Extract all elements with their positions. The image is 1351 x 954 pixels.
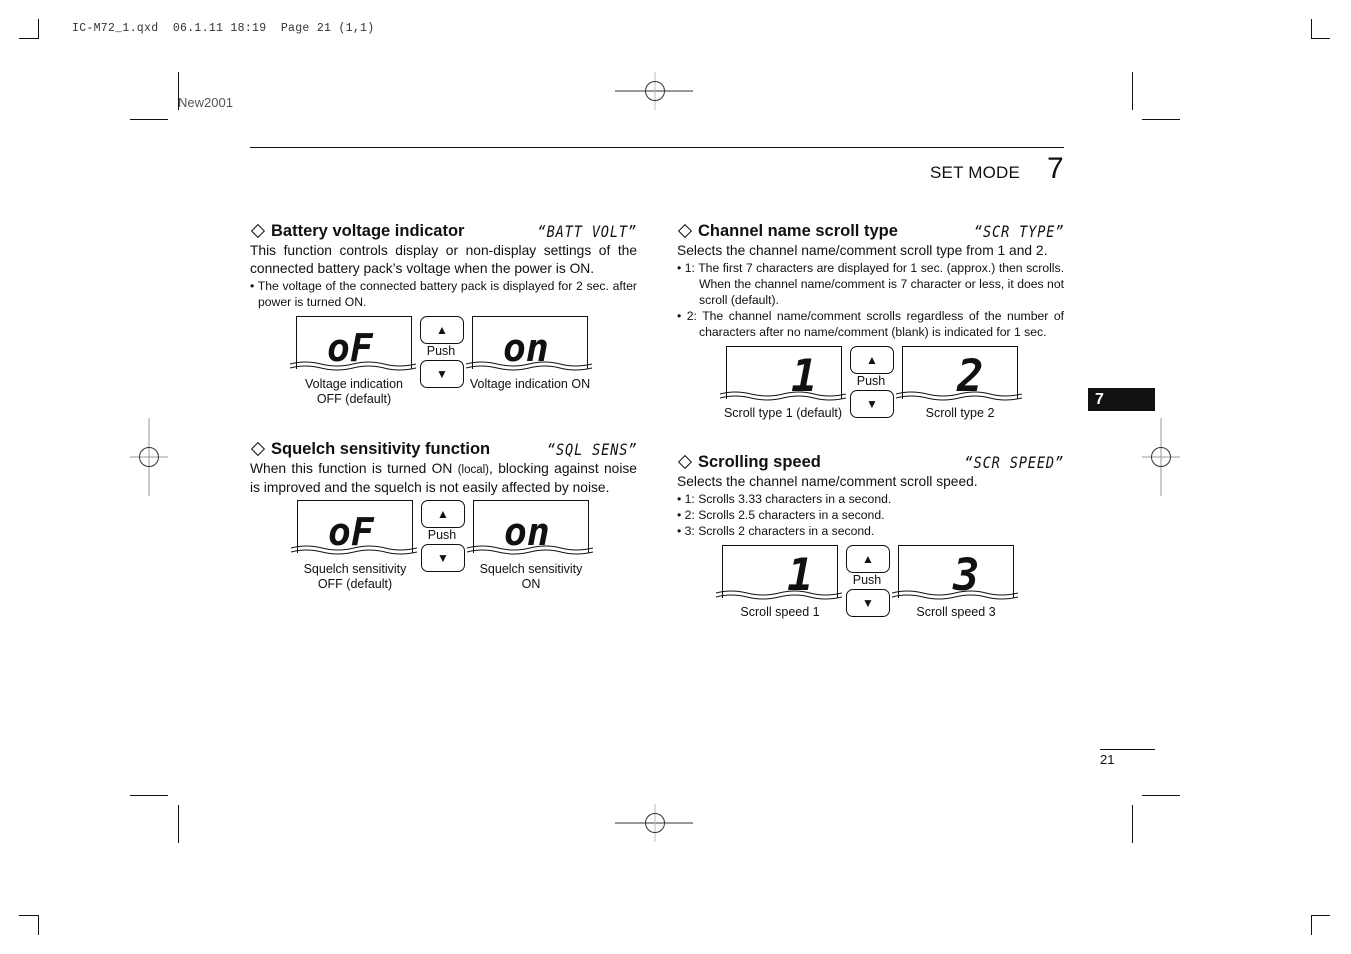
section-title: Squelch sensitivity function <box>250 440 490 458</box>
registration-mark-icon <box>1142 418 1180 496</box>
squelch-sensitivity-diagram: oF ▲ Push ▼ on Squelch sensitivity OFF (d… <box>291 500 597 600</box>
diamond-bullet-icon <box>677 223 693 238</box>
push-label: Push <box>852 573 882 587</box>
display-break-wave <box>467 545 593 555</box>
registration-mark-icon <box>615 72 693 110</box>
up-button[interactable]: ▲ <box>421 500 465 528</box>
down-arrow-icon: ▼ <box>866 397 878 411</box>
squelch-sensitivity-section: Squelch sensitivity function “SQL SENS” … <box>250 440 637 497</box>
up-arrow-icon: ▲ <box>866 353 878 367</box>
up-arrow-icon: ▲ <box>436 323 448 337</box>
down-arrow-icon: ▼ <box>437 551 449 565</box>
section-title: Scrolling speed <box>677 453 821 471</box>
diamond-bullet-icon <box>677 454 693 469</box>
title-text: Channel name scroll type <box>698 222 898 240</box>
bullet-item: • 2: The channel name/comment scrolls re… <box>677 309 1064 339</box>
down-button[interactable]: ▼ <box>421 544 465 572</box>
up-button[interactable]: ▲ <box>846 545 890 573</box>
page-number: 21 <box>1100 752 1115 767</box>
display-break-wave <box>291 545 417 555</box>
bullet-item: • 1: Scrolls 3.33 characters in a second… <box>677 492 892 506</box>
scroll-type-diagram: 1 ▲ Push ▼ 2 Scroll type 1 (default) Scr… <box>720 346 1026 446</box>
title-text: Battery voltage indicator <box>271 222 465 240</box>
push-label: Push <box>426 344 456 358</box>
title-text: Scrolling speed <box>698 453 821 471</box>
diamond-bullet-icon <box>250 223 266 238</box>
left-caption: Scroll type 1 (default) <box>723 406 843 420</box>
up-button[interactable]: ▲ <box>420 316 464 344</box>
down-arrow-icon: ▼ <box>862 596 874 610</box>
lcd-code: “SCR SPEED” <box>964 453 1064 472</box>
lcd-code: “SCR TYPE” <box>973 222 1064 241</box>
right-caption: Scroll speed 3 <box>916 605 996 619</box>
display-break-wave <box>466 361 592 371</box>
down-button[interactable]: ▼ <box>420 360 464 388</box>
right-caption: Scroll type 2 <box>925 406 995 420</box>
display-break-wave <box>720 391 846 401</box>
down-arrow-icon: ▼ <box>436 367 448 381</box>
section-title: Battery voltage indicator <box>250 222 464 240</box>
lcd-code: “BATT VOLT” <box>537 222 637 241</box>
display-break-wave <box>716 590 842 600</box>
scroll-type-section: Channel name scroll type “SCR TYPE” Sele… <box>677 222 1064 340</box>
display-break-wave <box>896 391 1022 401</box>
down-button[interactable]: ▼ <box>846 589 890 617</box>
up-arrow-icon: ▲ <box>862 552 874 566</box>
up-button[interactable]: ▲ <box>850 346 894 374</box>
footer-rule <box>1100 749 1155 750</box>
chapter-number: 7 <box>1047 152 1064 185</box>
section-title: Channel name scroll type <box>677 222 898 240</box>
display-break-wave <box>290 361 416 371</box>
push-label: Push <box>427 528 457 542</box>
battery-voltage-diagram: oF ▲ Push ▼ on Voltage indication OFF (de… <box>290 316 596 416</box>
left-caption: Squelch sensitivity OFF (default) <box>303 562 407 591</box>
scrolling-speed-section: Scrolling speed “SCR SPEED” Selects the … <box>677 453 1064 539</box>
title-text: Squelch sensitivity function <box>271 440 491 458</box>
left-caption: Scroll speed 1 <box>740 605 820 619</box>
chapter-tab: 7 <box>1088 388 1155 411</box>
display-break-wave <box>892 590 1018 600</box>
print-slug: IC-M72_1.qxd 06.1.11 18:19 Page 21 (1,1) <box>72 22 375 35</box>
version-marker: New2001 <box>178 95 233 110</box>
down-button[interactable]: ▼ <box>850 390 894 418</box>
section-label: SET MODE <box>930 163 1021 182</box>
description: This function controls display or non-di… <box>250 243 637 276</box>
description: Selects the channel name/comment scroll … <box>677 243 1048 258</box>
diamond-bullet-icon <box>250 441 266 456</box>
left-caption: Voltage indication OFF (default) <box>305 377 403 406</box>
header-rule <box>250 147 1064 148</box>
bullet-item: • 3: Scrolls 2 characters in a second. <box>677 524 875 538</box>
push-label: Push <box>856 374 886 388</box>
bullet-item: • The voltage of the connected battery p… <box>250 279 637 309</box>
up-arrow-icon: ▲ <box>437 507 449 521</box>
bullet-item: • 1: The first 7 characters are displaye… <box>677 261 1064 307</box>
registration-mark-icon <box>615 804 693 842</box>
bullet-item: • 2: Scrolls 2.5 characters in a second. <box>677 508 885 522</box>
description: When this function is turned ON (local),… <box>250 461 637 495</box>
right-caption: Voltage indication ON <box>469 377 591 391</box>
battery-voltage-section: Battery voltage indicator “BATT VOLT” Th… <box>250 222 637 310</box>
description: Selects the channel name/comment scroll … <box>677 474 978 489</box>
registration-mark-icon <box>130 418 168 496</box>
scrolling-speed-diagram: 1 ▲ Push ▼ 3 Scroll speed 1 Scroll speed… <box>716 545 1022 645</box>
right-caption: Squelch sensitivity ON <box>479 562 583 591</box>
lcd-code: “SQL SENS” <box>546 440 637 459</box>
